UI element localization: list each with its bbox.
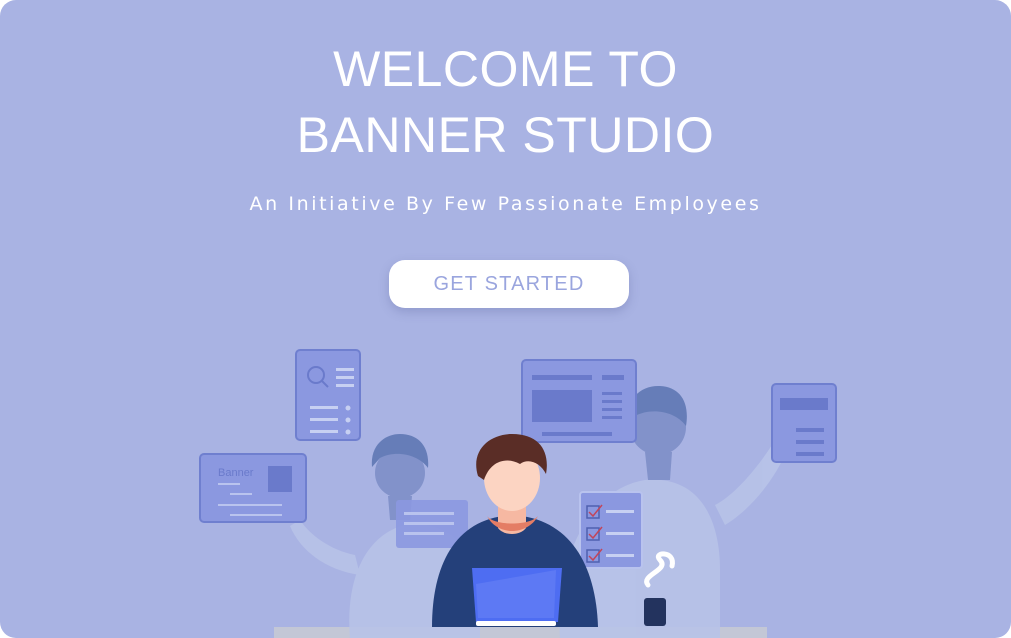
hero-title-line-2: BANNER STUDIO	[296, 107, 715, 163]
checklist-card	[579, 491, 643, 569]
hero-subtitle: An Initiative By Few Passionate Employee…	[249, 193, 762, 215]
hero-title-line-1: WELCOME TO	[333, 41, 678, 97]
get-started-button[interactable]: GET STARTED	[389, 260, 629, 308]
team-working-illustration: Banner	[199, 349, 837, 638]
banner-card-label: Banner	[218, 467, 254, 479]
banner-card: Banner	[199, 453, 307, 523]
hero-title: WELCOME TO BANNER STUDIO	[0, 36, 1011, 168]
search-card	[295, 349, 361, 441]
dashboard-card	[521, 359, 637, 443]
hero-banner: WELCOME TO BANNER STUDIO An Initiative B…	[0, 0, 1011, 638]
laptop	[472, 568, 562, 626]
form-card	[771, 383, 837, 463]
